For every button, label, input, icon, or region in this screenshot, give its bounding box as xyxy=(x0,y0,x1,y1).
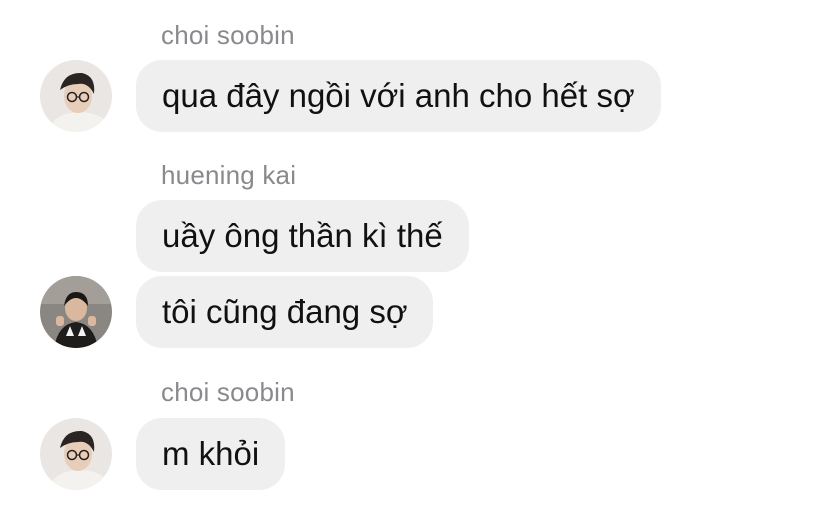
sender-name: huening kai xyxy=(161,160,297,190)
message-bubble[interactable]: m khỏi xyxy=(136,418,286,490)
message-bubble[interactable]: uầy ông thần kì thế xyxy=(136,200,469,272)
avatar[interactable] xyxy=(40,60,112,132)
sender-name: choi soobin xyxy=(161,20,295,50)
person-with-glasses-icon xyxy=(40,418,112,490)
message-bubble[interactable]: tôi cũng đang sợ xyxy=(136,276,434,348)
sender-name: choi soobin xyxy=(161,377,295,407)
avatar[interactable] xyxy=(40,418,112,490)
person-dark-hair-icon xyxy=(40,276,112,348)
message-bubble[interactable]: qua đây ngồi với anh cho hết sợ xyxy=(136,60,661,132)
avatar[interactable] xyxy=(40,276,112,348)
person-with-glasses-icon xyxy=(40,60,112,132)
